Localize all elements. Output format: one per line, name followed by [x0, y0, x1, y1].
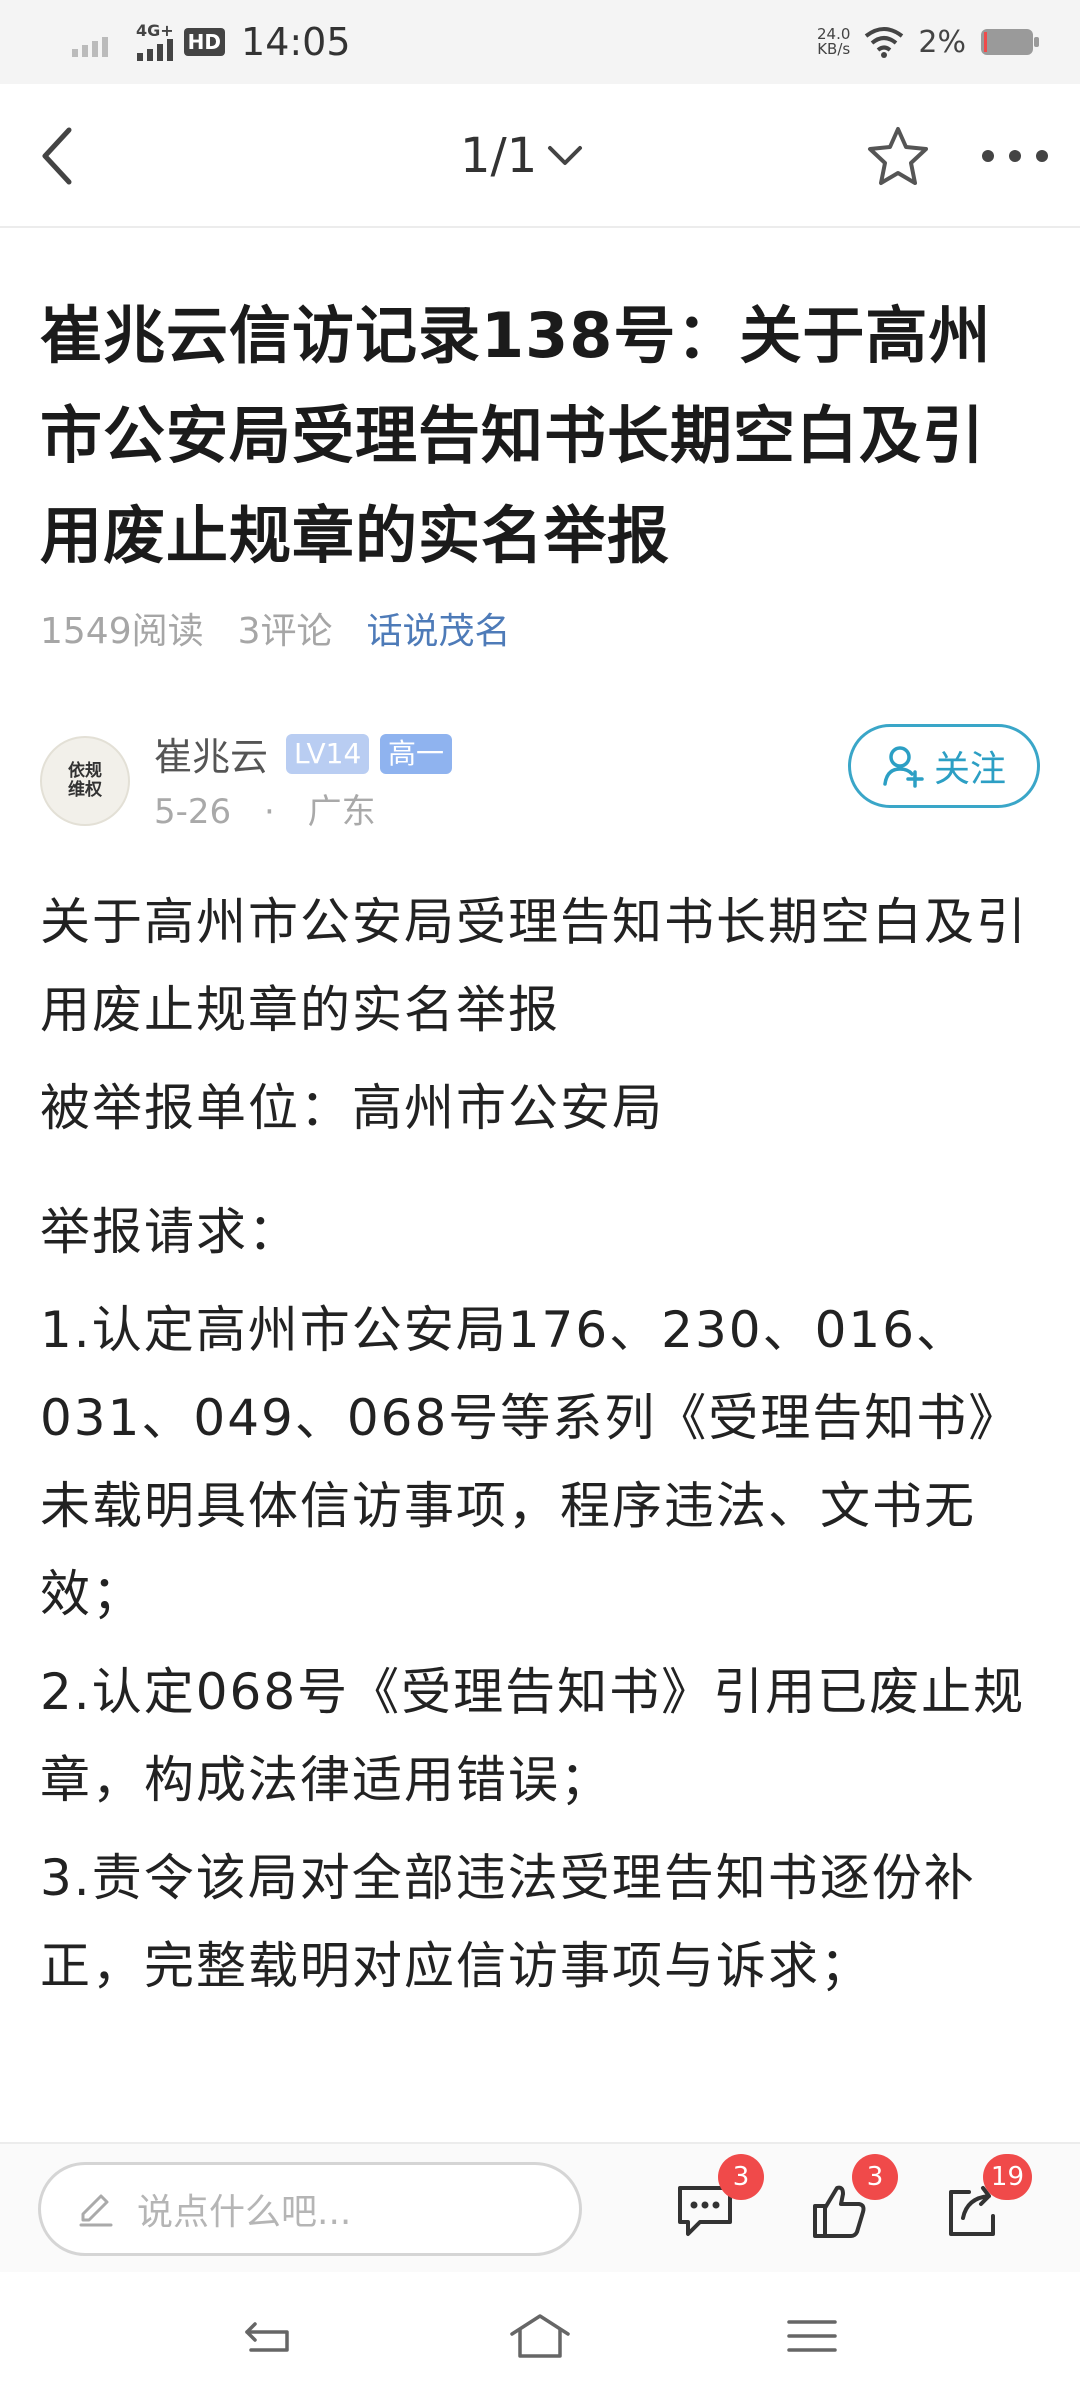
paragraph: 1.认定高州市公安局176、230、016、031、049、068号等系列《受理… [40, 1301, 1021, 1623]
system-menu-button[interactable] [772, 2296, 852, 2376]
page-indicator: 1/1 [460, 128, 538, 184]
wifi-icon [865, 27, 904, 58]
article-title: 崔兆云信访记录138号：关于高州市公安局受理告知书长期空白及引用废止规章的实名举… [40, 299, 992, 572]
level-badge: LV14 [286, 734, 370, 774]
network-indicator: 4G+ [136, 23, 174, 61]
author-row: 依规维权 崔兆云 LV14 高一 5-26 · 广东 关注 [40, 724, 1040, 834]
status-bar: 4G+ HD 14:05 24.0 KB/s 2% [0, 0, 1080, 84]
status-right: 24.0 KB/s 2% [817, 18, 1040, 66]
net-speed: 24.0 KB/s [817, 27, 850, 57]
comments-button[interactable]: 3 [660, 2154, 764, 2256]
status-left: 4G+ HD 14:05 [72, 18, 351, 66]
battery-percent: 2% [918, 24, 966, 60]
paragraph: 举报请求： [40, 1203, 300, 1261]
system-back-icon [245, 2322, 289, 2352]
net-speed-unit: KB/s [817, 40, 851, 58]
like-button[interactable]: 3 [794, 2154, 898, 2256]
add-user-icon [883, 746, 924, 788]
follow-button[interactable]: 关注 [848, 724, 1040, 808]
system-home-button[interactable] [500, 2296, 580, 2376]
comment-count[interactable]: 3评论 [238, 602, 333, 654]
network-type: 4G+ [136, 21, 174, 40]
signal-bars-icon [136, 39, 173, 61]
post-date: 5-26 [154, 792, 232, 832]
pencil-icon [79, 2194, 113, 2227]
follow-label: 关注 [933, 749, 1006, 790]
system-back-button[interactable] [228, 2296, 308, 2376]
comment-input[interactable]: 说点什么吧... [38, 2162, 582, 2256]
system-nav-bar [0, 2272, 1080, 2400]
star-icon [868, 127, 928, 185]
paragraph: 关于高州市公安局受理告知书长期空白及引用废止规章的实名举报 [40, 893, 1028, 1039]
paragraph: 2.认定068号《受理告知书》引用已废止规章，构成法律适用错误； [40, 1663, 1026, 1809]
topic-link[interactable]: 话说茂名 [367, 602, 511, 654]
chevron-down-icon [548, 146, 583, 165]
avatar[interactable]: 依规维权 [40, 736, 130, 826]
signal-icon [72, 37, 108, 57]
post-location: 广东 [307, 792, 376, 832]
paragraph: 被举报单位：高州市公安局 [40, 1079, 664, 1137]
article-body: 关于高州市公安局受理告知书长期空白及引用废止规章的实名举报 被举报单位：高州市公… [40, 878, 1050, 2020]
article-meta: 1549阅读 3评论 话说茂名 [40, 598, 545, 658]
share-button[interactable]: 19 [928, 2154, 1032, 2256]
system-menu-icon [787, 2320, 837, 2352]
comment-count-badge: 3 [718, 2154, 764, 2200]
more-button[interactable] [970, 120, 1060, 192]
back-button[interactable] [22, 116, 92, 196]
share-count-badge: 19 [982, 2154, 1032, 2200]
top-nav: 1/1 [0, 84, 1080, 228]
status-time: 14:05 [241, 20, 351, 64]
favorite-button[interactable] [862, 120, 934, 192]
read-count: 1549阅读 [40, 611, 204, 652]
comment-placeholder: 说点什么吧... [137, 2192, 352, 2233]
author-name[interactable]: 崔兆云 [154, 726, 268, 781]
page-indicator-dropdown[interactable]: 1/1 [460, 120, 583, 192]
back-arrow-icon [42, 127, 72, 185]
more-dots-icon [982, 150, 1048, 162]
paragraph: 3.责令该局对全部违法受理告知书逐份补正，完整载明对应信访事项与诉求； [40, 1849, 976, 1995]
like-count-badge: 3 [852, 2154, 898, 2200]
meta-separator: · [263, 792, 275, 832]
grade-badge: 高一 [380, 734, 453, 774]
system-home-icon [510, 2314, 570, 2358]
author-sub: 5-26 · 广东 [154, 784, 376, 833]
hd-icon: HD [183, 28, 226, 56]
battery-icon [981, 29, 1039, 55]
avatar-text: 依规维权 [68, 761, 102, 800]
action-bar: 说点什么吧... 3 3 19 [0, 2142, 1080, 2272]
